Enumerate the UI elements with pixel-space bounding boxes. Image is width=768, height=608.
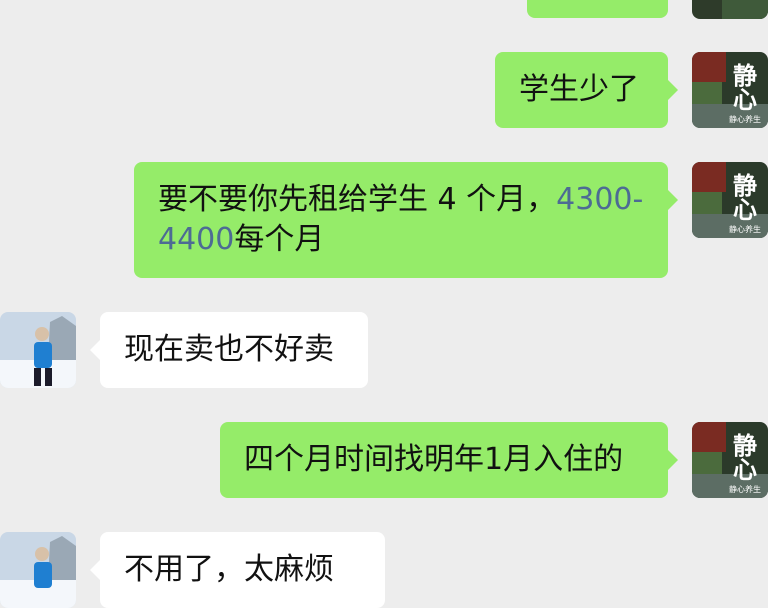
phone-number-link[interactable]: 4400 <box>158 222 234 257</box>
scenery-avatar-image <box>692 0 768 19</box>
scenery-avatar-image: 静 心 静心养生 <box>692 422 768 498</box>
my-avatar[interactable] <box>692 0 768 19</box>
message-text: 学生少了 <box>519 72 639 107</box>
message-text: 现在卖也不好卖 <box>124 332 334 367</box>
message-bubble-incoming[interactable]: 不用了，太麻烦 <box>90 532 385 608</box>
avatar-caption: 静心养生 <box>729 114 761 124</box>
contact-avatar[interactable] <box>0 532 76 608</box>
my-avatar[interactable]: 静 心 静心养生 <box>692 422 768 498</box>
message-line: 要不要你先租给学生 4 个月，4300- <box>158 180 644 220</box>
message-bubble-outgoing[interactable] <box>527 0 668 18</box>
avatar-big-char: 心 <box>733 455 757 484</box>
message-bubble-incoming[interactable]: 现在卖也不好卖 <box>90 312 368 388</box>
message-bubble-outgoing[interactable]: 要不要你先租给学生 4 个月，4300- 4400每个月 <box>134 162 678 278</box>
message-line: 4400每个月 <box>158 220 644 260</box>
scenery-avatar-image: 静 心 静心养生 <box>692 52 768 128</box>
message-bubble-outgoing[interactable]: 学生少了 <box>495 52 678 128</box>
avatar-big-char: 心 <box>733 85 757 114</box>
my-avatar[interactable]: 静 心 静心养生 <box>692 52 768 128</box>
avatar-caption: 静心养生 <box>729 484 761 494</box>
avatar-caption: 静心养生 <box>729 224 761 234</box>
message-text: 每个月 <box>234 222 325 257</box>
skier-avatar-image <box>0 312 76 388</box>
message-text: 不用了，太麻烦 <box>124 552 334 587</box>
phone-number-link[interactable]: 4300- <box>556 182 643 217</box>
avatar-big-char: 心 <box>733 195 757 224</box>
scenery-avatar-image: 静 心 静心养生 <box>692 162 768 238</box>
message-text: 要不要你先租给学生 4 个月， <box>158 182 557 217</box>
message-bubble-outgoing[interactable]: 四个月时间找明年1月入住的 <box>220 422 678 498</box>
skier-avatar-image <box>0 532 76 608</box>
message-text: 四个月时间找明年1月入住的 <box>244 442 624 477</box>
my-avatar[interactable]: 静 心 静心养生 <box>692 162 768 238</box>
contact-avatar[interactable] <box>0 312 76 388</box>
